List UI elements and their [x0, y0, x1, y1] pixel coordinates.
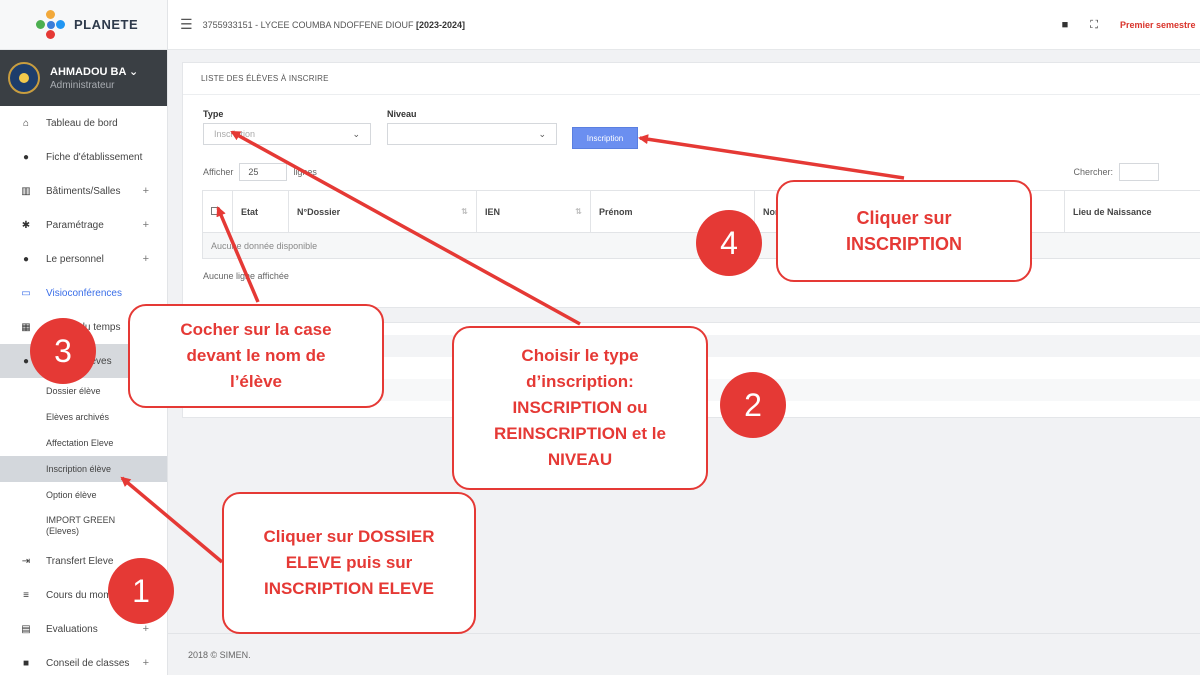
sidebar-item-conseil-de-classes[interactable]: ■ Conseil de classes + [0, 646, 167, 675]
sidebar-item-label: Tableau de bord [46, 117, 118, 129]
transfer-icon: ⇥ [21, 555, 31, 567]
select-all-checkbox[interactable] [211, 206, 219, 215]
topbar: ☰ 3755933151 - LYCEE COUMBA NDOFFENE DIO… [168, 0, 1200, 50]
calendar-icon: ▦ [21, 321, 31, 333]
sidebar-item-b-timents-salles[interactable]: ▥ Bâtiments/Salles + [0, 174, 167, 208]
submenu-item-el-ves-archiv-s[interactable]: Elèves archivés [0, 404, 167, 430]
step-badge-3: 3 [30, 318, 96, 384]
expand-icon[interactable]: + [143, 185, 149, 197]
home-icon: ⌂ [22, 117, 30, 129]
user-name: AHMADOU BA ⌄ [50, 66, 139, 78]
sort-icon: ⇅ [575, 206, 582, 216]
step-badge-2: 2 [720, 372, 786, 438]
type-field: Type Inscription ⌄ [203, 109, 371, 145]
sidebar-item-label: Le personnel [46, 253, 104, 265]
submenu-item-import-green-eleves-[interactable]: IMPORT GREEN (Eleves) [0, 508, 130, 544]
list-icon: ≡ [23, 589, 29, 601]
lignes-label: lignes [293, 167, 317, 177]
col-etat[interactable]: Etat [232, 190, 289, 233]
sidebar-item-param-trage[interactable]: ✱ Paramétrage + [0, 208, 167, 242]
user-role: Administrateur [50, 80, 115, 91]
user-icon: ● [22, 253, 30, 265]
callout-step-1: Cliquer sur DOSSIER ELEVE puis sur INSCR… [222, 492, 476, 634]
table-info: Aucune ligne affichée [203, 271, 289, 281]
folder-icon: ■ [22, 657, 30, 669]
expand-icon[interactable]: + [143, 253, 149, 265]
chevron-down-icon: ⌄ [538, 128, 546, 139]
sidebar-item-label: Transfert Eleve [46, 555, 114, 567]
sidebar-item-label: Conseil de classes [46, 657, 130, 669]
sidebar-item-label: Bâtiments/Salles [46, 185, 121, 197]
callout-step-3: Cocher sur la case devant le nom de l’él… [128, 304, 384, 408]
niveau-label: Niveau [387, 109, 417, 119]
submenu-item-inscription-l-ve[interactable]: Inscription élève [0, 456, 167, 482]
planete-logo-icon [36, 9, 66, 40]
submenu-item-affectation-eleve[interactable]: Affectation Eleve [0, 430, 167, 456]
clipboard-icon: ▤ [21, 623, 31, 635]
sidebar-item-label: Visioconférences [46, 287, 122, 299]
sidebar-item-le-personnel[interactable]: ● Le personnel + [0, 242, 167, 276]
sidebar-item-fiche-d-tablissement[interactable]: ● Fiche d'établissement [0, 140, 167, 174]
sidebar-item-label: Evaluations [46, 623, 98, 635]
sort-icon: ⇅ [461, 206, 468, 216]
help-icon[interactable]: ■ [1062, 19, 1069, 31]
brand[interactable]: PLANETE [0, 0, 167, 50]
afficher-label: Afficher [203, 167, 234, 177]
menu-toggle-icon[interactable]: ☰ [180, 16, 193, 33]
expand-icon[interactable]: + [143, 657, 149, 669]
page-size-select[interactable]: 25 [239, 163, 288, 181]
gear-icon: ✱ [21, 219, 31, 231]
type-select[interactable]: Inscription ⌄ [203, 123, 371, 145]
col-ien[interactable]: IEN ⇅ [476, 190, 591, 233]
select-all-header[interactable] [202, 190, 233, 233]
footer: 2018 © SIMEN. [168, 633, 1200, 675]
fullscreen-icon[interactable]: ⛶ [1090, 19, 1098, 32]
callout-step-2: Choisir le type d’inscription: INSCRIPTI… [452, 326, 708, 490]
col-lieu-naissance[interactable]: Lieu de Naissance [1064, 190, 1200, 233]
submenu-item-option-l-ve[interactable]: Option élève [0, 482, 167, 508]
step-badge-4: 4 [696, 210, 762, 276]
niveau-select[interactable]: ⌄ [387, 123, 557, 145]
panel-title: LISTE DES ÉLÈVES À INSCRIRE [183, 63, 1200, 95]
laptop-icon: ▭ [21, 287, 31, 299]
info-icon: ● [22, 151, 30, 163]
chevron-down-icon: ⌄ [352, 128, 360, 139]
sidebar-item-tableau-de-bord[interactable]: ⌂ Tableau de bord [0, 106, 167, 140]
type-select-value: Inscription [214, 129, 256, 139]
col-dossier[interactable]: N°Dossier ⇅ [288, 190, 477, 233]
type-label: Type [203, 109, 224, 119]
search-control: Chercher: [1073, 163, 1159, 181]
inscription-button[interactable]: Inscription [572, 127, 638, 149]
expand-icon[interactable]: + [143, 219, 149, 231]
school-title: 3755933151 - LYCEE COUMBA NDOFFENE DIOUF… [202, 19, 466, 30]
students-panel: LISTE DES ÉLÈVES À INSCRIRE Type Inscrip… [182, 62, 1200, 308]
expand-icon[interactable]: + [143, 623, 149, 635]
sidebar-item-label: Fiche d'établissement [46, 151, 143, 163]
page-size-control: Afficher 25 lignes [203, 163, 317, 181]
search-label: Chercher: [1073, 167, 1113, 177]
search-input[interactable] [1119, 163, 1159, 181]
user-panel[interactable]: AHMADOU BA ⌄ Administrateur [0, 50, 167, 106]
callout-step-4: Cliquer sur INSCRIPTION [776, 180, 1032, 282]
brand-name: PLANETE [74, 17, 139, 32]
sidebar-item-label: Paramétrage [46, 219, 104, 231]
semester-label[interactable]: Premier semestre [1120, 20, 1200, 30]
step-badge-1: 1 [108, 558, 174, 624]
niveau-field: Niveau ⌄ [387, 109, 557, 145]
avatar [8, 62, 40, 94]
building-icon: ▥ [21, 185, 31, 197]
